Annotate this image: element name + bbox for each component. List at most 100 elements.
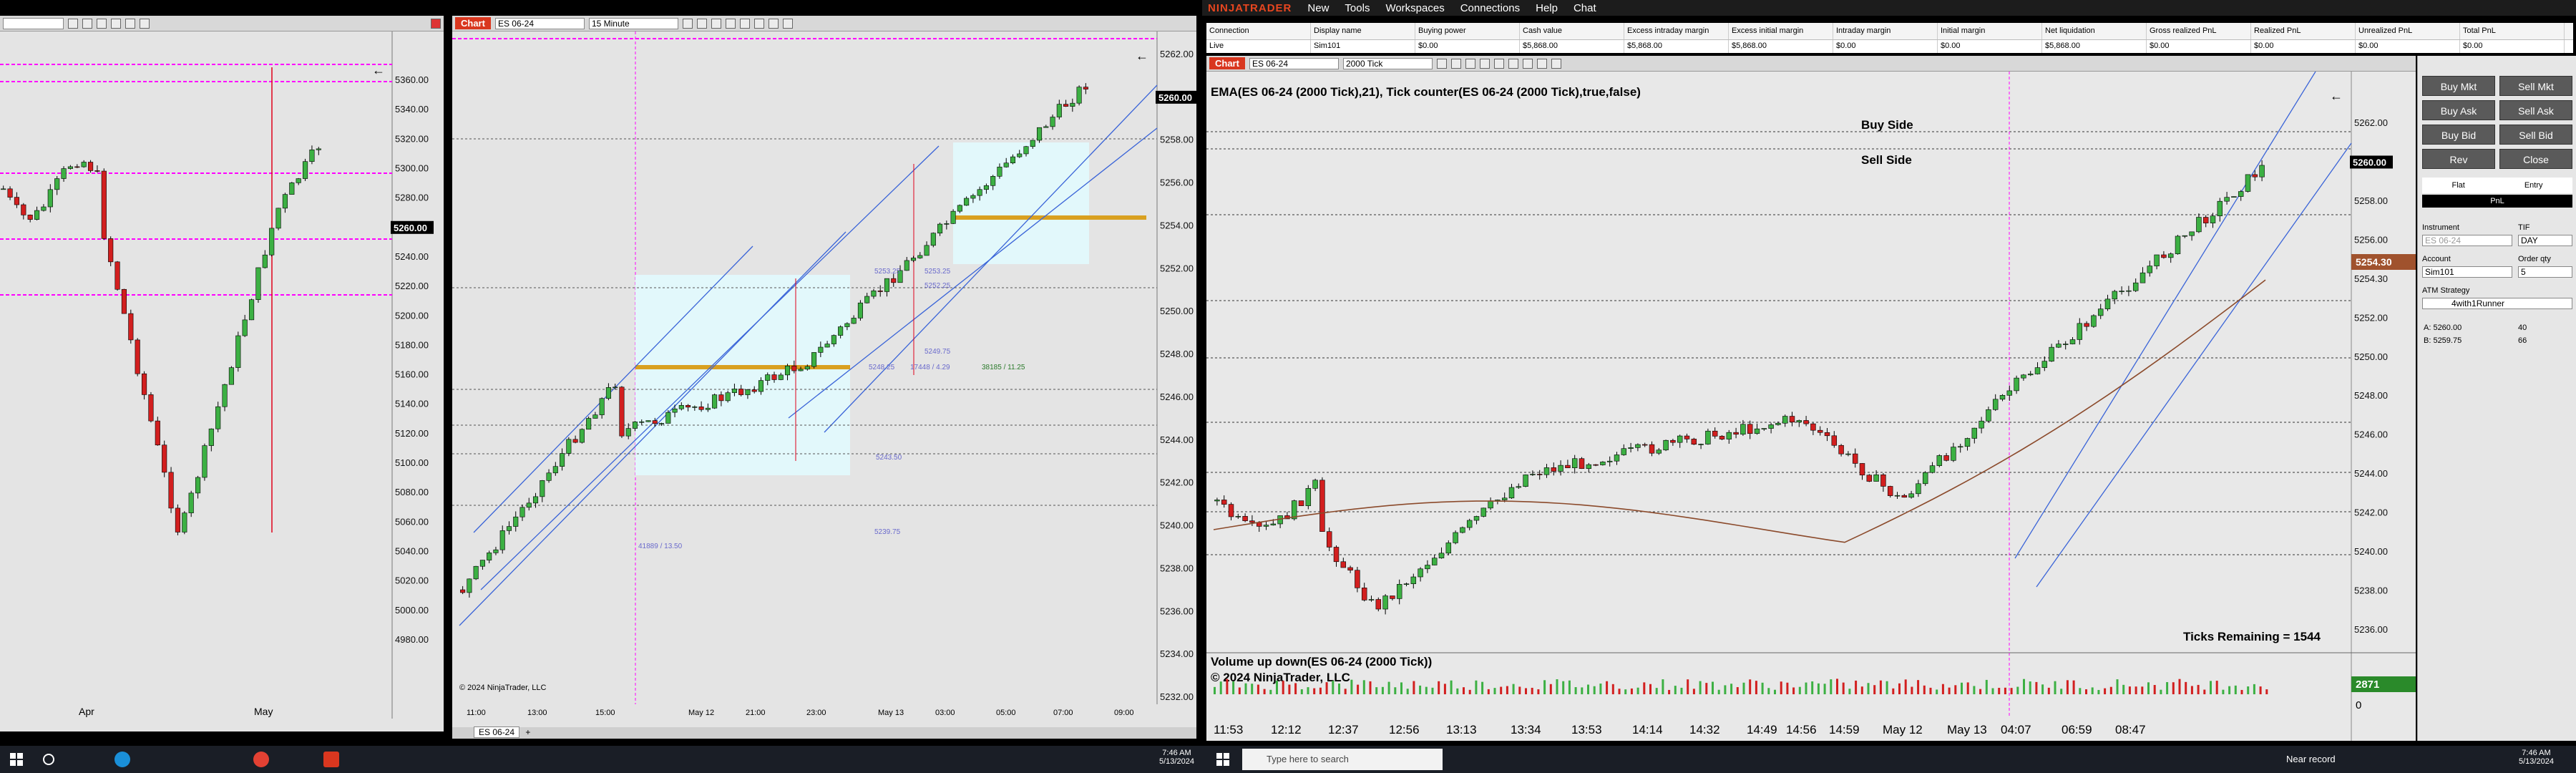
- volume-bar: [1630, 688, 1633, 694]
- zoom-in-icon[interactable]: [1465, 58, 1475, 69]
- menu-help[interactable]: Help: [1536, 2, 1558, 14]
- time-label: 14:56: [1786, 723, 1817, 736]
- order-qty-stepper[interactable]: 5: [2518, 266, 2572, 278]
- mid-candle: [884, 278, 890, 292]
- accounts-column-header[interactable]: Net liquidation: [2042, 23, 2147, 39]
- volume-bar: [1214, 686, 1216, 694]
- toolbar-icon[interactable]: [68, 18, 78, 29]
- menu-workspaces[interactable]: Workspaces: [1385, 2, 1444, 14]
- right-candle: [2112, 291, 2118, 300]
- search-icon[interactable]: [43, 754, 54, 765]
- toolbar-icon[interactable]: [111, 18, 121, 29]
- accounts-column-header[interactable]: Gross realized PnL: [2147, 23, 2251, 39]
- add-tab-icon[interactable]: +: [522, 727, 534, 737]
- mid-candle: [957, 205, 962, 212]
- chart-trader-button[interactable]: Buy Mkt: [2422, 76, 2495, 96]
- left-interval-select[interactable]: [3, 17, 64, 29]
- menu-new[interactable]: New: [1307, 2, 1329, 14]
- menu-tools[interactable]: Tools: [1345, 2, 1370, 14]
- mid-candle: [725, 392, 731, 402]
- chart-trader-button[interactable]: Sell Mkt: [2499, 76, 2572, 96]
- accounts-column-header[interactable]: Connection: [1206, 23, 1311, 39]
- volume-bar: [1712, 681, 1714, 694]
- instrument-field[interactable]: ES 06-24: [2422, 235, 2512, 246]
- accounts-column-header[interactable]: Total PnL: [2460, 23, 2565, 39]
- right-candle: [1852, 453, 1858, 464]
- left-price-label: 5040.00: [395, 546, 429, 557]
- chrome-icon[interactable]: [253, 752, 269, 767]
- zoom-out-icon[interactable]: [725, 18, 736, 29]
- accounts-column-header[interactable]: Excess initial margin: [1729, 23, 1833, 39]
- right-candle: [1803, 420, 1809, 424]
- zoom-in-icon[interactable]: [711, 18, 721, 29]
- time-label: 12:37: [1328, 723, 1359, 736]
- bottom-tab[interactable]: ES 06-24: [474, 726, 520, 738]
- windows-start-icon[interactable]: [1216, 753, 1229, 766]
- indicators-icon[interactable]: [1508, 58, 1518, 69]
- interval-select[interactable]: 2000 Tick: [1342, 57, 1433, 69]
- right-price-chart[interactable]: EMA(ES 06-24 (2000 Tick),21), Tick count…: [1206, 72, 2416, 741]
- chart-trader-button[interactable]: Sell Ask: [2499, 100, 2572, 120]
- right-candle: [1705, 430, 1711, 444]
- chart-tab[interactable]: Chart: [1209, 57, 1245, 69]
- zoom-out-icon[interactable]: [1479, 58, 1490, 69]
- windows-start-icon[interactable]: [10, 753, 23, 766]
- mid-candle: [526, 502, 532, 508]
- mid-candle: [645, 420, 651, 422]
- atm-strategy-select[interactable]: 4with1Runner: [2422, 298, 2572, 309]
- chart-trader-button[interactable]: Close: [2499, 149, 2572, 169]
- chart-trader-icon[interactable]: [1551, 58, 1561, 69]
- left-price-chart[interactable]: 5360.00 5340.00 5320.00 5300.00 5280.00 5260.…: [0, 31, 444, 731]
- accounts-column-header[interactable]: Cash value: [1520, 23, 1624, 39]
- accounts-column-header[interactable]: Excess intraday margin: [1624, 23, 1729, 39]
- volume-bar: [1755, 681, 1757, 694]
- indicators-icon[interactable]: [753, 18, 764, 29]
- chart-trader-button[interactable]: Buy Ask: [2422, 100, 2495, 120]
- accounts-column-header[interactable]: Intraday margin: [1833, 23, 1938, 39]
- volume-bar: [2265, 689, 2268, 694]
- toolbar-icon[interactable]: [82, 18, 92, 29]
- toolbar-icon[interactable]: [125, 18, 135, 29]
- properties-icon[interactable]: [1536, 58, 1547, 69]
- instrument-select[interactable]: ES 06-24: [1249, 57, 1339, 69]
- right-candle: [1375, 599, 1382, 610]
- instrument-select[interactable]: ES 06-24: [494, 17, 585, 29]
- draw-icon[interactable]: [1493, 58, 1504, 69]
- mid-candle: [990, 176, 996, 186]
- left-candle: [14, 197, 20, 205]
- mid-candle: [857, 302, 863, 319]
- cursor-icon[interactable]: [696, 18, 707, 29]
- accounts-column-header[interactable]: Buying power: [1415, 23, 1520, 39]
- middle-price-chart[interactable]: 5262.00 5260.00 5258.00 5256.00 5254.00 5252.…: [452, 31, 1196, 727]
- cursor-icon[interactable]: [1450, 58, 1461, 69]
- accounts-column-header[interactable]: Display name: [1311, 23, 1415, 39]
- accounts-column-header[interactable]: Unrealized PnL: [2356, 23, 2460, 39]
- accounts-column-header[interactable]: Initial margin: [1938, 23, 2042, 39]
- edge-icon[interactable]: [114, 752, 130, 767]
- bar-type-icon[interactable]: [1436, 58, 1447, 69]
- chart-tab[interactable]: Chart: [455, 17, 491, 29]
- chart-trader-button[interactable]: Buy Bid: [2422, 125, 2495, 145]
- toolbar-icon[interactable]: [140, 18, 150, 29]
- close-icon[interactable]: [431, 18, 441, 29]
- accounts-data-row[interactable]: Live Sim101 $0.00 $5,868.00 $5,868.00 $5,868.…: [1206, 40, 2573, 53]
- tif-select[interactable]: DAY: [2518, 235, 2572, 246]
- chart-trader-button[interactable]: Sell Bid: [2499, 125, 2572, 145]
- taskbar-search-box[interactable]: Type here to search: [1242, 749, 1443, 770]
- right-candle: [1782, 416, 1788, 424]
- mid-candle: [540, 480, 545, 497]
- menu-connections[interactable]: Connections: [1460, 2, 1520, 14]
- menu-chat[interactable]: Chat: [1574, 2, 1596, 14]
- volume-bar: [1307, 687, 1309, 694]
- accounts-column-header[interactable]: Realized PnL: [2251, 23, 2356, 39]
- strategies-icon[interactable]: [768, 18, 779, 29]
- draw-icon[interactable]: [739, 18, 750, 29]
- strategies-icon[interactable]: [1522, 58, 1533, 69]
- properties-icon[interactable]: [782, 18, 793, 29]
- interval-select[interactable]: 15 Minute: [588, 17, 678, 29]
- ninjatrader-taskbar-icon[interactable]: [323, 752, 339, 767]
- chart-trader-button[interactable]: Rev: [2422, 149, 2495, 169]
- bar-type-icon[interactable]: [682, 18, 693, 29]
- toolbar-icon[interactable]: [97, 18, 107, 29]
- account-select[interactable]: Sim101: [2422, 266, 2512, 278]
